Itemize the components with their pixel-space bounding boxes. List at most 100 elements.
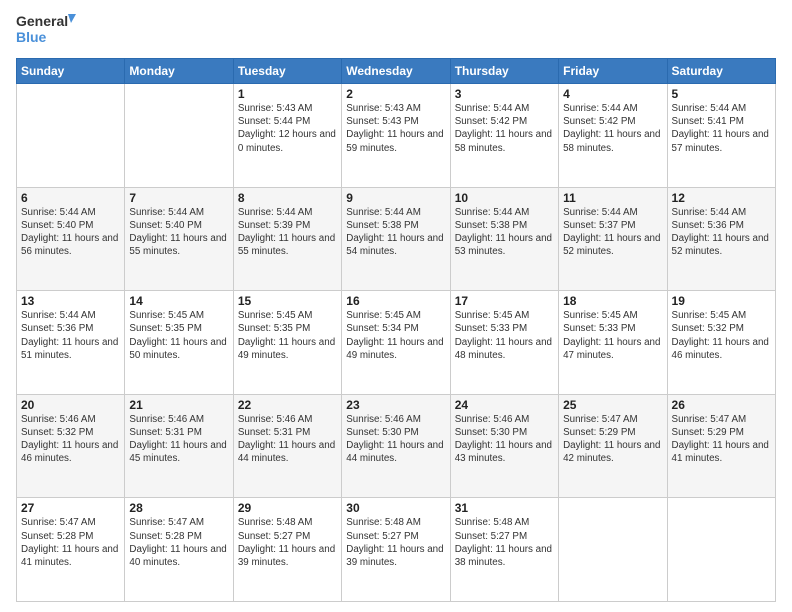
day-detail: Sunrise: 5:48 AMSunset: 5:27 PMDaylight:…	[455, 516, 554, 569]
day-detail: Sunrise: 5:45 AMSunset: 5:35 PMDaylight:…	[238, 309, 337, 362]
day-number: 9	[346, 191, 445, 205]
day-number: 16	[346, 294, 445, 308]
day-cell: 24Sunrise: 5:46 AMSunset: 5:30 PMDayligh…	[450, 394, 558, 498]
day-number: 10	[455, 191, 554, 205]
day-detail: Sunrise: 5:44 AMSunset: 5:40 PMDaylight:…	[129, 206, 228, 259]
day-detail: Sunrise: 5:45 AMSunset: 5:33 PMDaylight:…	[563, 309, 662, 362]
day-cell: 2Sunrise: 5:43 AMSunset: 5:43 PMDaylight…	[342, 84, 450, 188]
week-row-2: 6Sunrise: 5:44 AMSunset: 5:40 PMDaylight…	[17, 187, 776, 291]
day-cell: 13Sunrise: 5:44 AMSunset: 5:36 PMDayligh…	[17, 291, 125, 395]
day-cell: 21Sunrise: 5:46 AMSunset: 5:31 PMDayligh…	[125, 394, 233, 498]
weekday-header-friday: Friday	[559, 59, 667, 84]
day-detail: Sunrise: 5:44 AMSunset: 5:36 PMDaylight:…	[672, 206, 771, 259]
day-cell: 4Sunrise: 5:44 AMSunset: 5:42 PMDaylight…	[559, 84, 667, 188]
day-number: 20	[21, 398, 120, 412]
week-row-1: 1Sunrise: 5:43 AMSunset: 5:44 PMDaylight…	[17, 84, 776, 188]
day-cell: 7Sunrise: 5:44 AMSunset: 5:40 PMDaylight…	[125, 187, 233, 291]
day-number: 26	[672, 398, 771, 412]
day-number: 5	[672, 87, 771, 101]
day-number: 29	[238, 501, 337, 515]
day-cell: 28Sunrise: 5:47 AMSunset: 5:28 PMDayligh…	[125, 498, 233, 602]
day-number: 21	[129, 398, 228, 412]
day-detail: Sunrise: 5:45 AMSunset: 5:34 PMDaylight:…	[346, 309, 445, 362]
day-cell: 11Sunrise: 5:44 AMSunset: 5:37 PMDayligh…	[559, 187, 667, 291]
day-cell: 6Sunrise: 5:44 AMSunset: 5:40 PMDaylight…	[17, 187, 125, 291]
day-cell	[125, 84, 233, 188]
svg-text:Blue: Blue	[16, 29, 47, 45]
day-detail: Sunrise: 5:43 AMSunset: 5:44 PMDaylight:…	[238, 102, 337, 155]
day-detail: Sunrise: 5:47 AMSunset: 5:29 PMDaylight:…	[563, 413, 662, 466]
day-cell: 27Sunrise: 5:47 AMSunset: 5:28 PMDayligh…	[17, 498, 125, 602]
day-number: 22	[238, 398, 337, 412]
day-number: 14	[129, 294, 228, 308]
day-detail: Sunrise: 5:46 AMSunset: 5:31 PMDaylight:…	[238, 413, 337, 466]
day-detail: Sunrise: 5:43 AMSunset: 5:43 PMDaylight:…	[346, 102, 445, 155]
week-row-4: 20Sunrise: 5:46 AMSunset: 5:32 PMDayligh…	[17, 394, 776, 498]
day-number: 4	[563, 87, 662, 101]
day-cell: 1Sunrise: 5:43 AMSunset: 5:44 PMDaylight…	[233, 84, 341, 188]
day-detail: Sunrise: 5:44 AMSunset: 5:42 PMDaylight:…	[455, 102, 554, 155]
day-detail: Sunrise: 5:45 AMSunset: 5:35 PMDaylight:…	[129, 309, 228, 362]
calendar-table: SundayMondayTuesdayWednesdayThursdayFrid…	[16, 58, 776, 602]
day-number: 7	[129, 191, 228, 205]
day-number: 19	[672, 294, 771, 308]
day-cell: 5Sunrise: 5:44 AMSunset: 5:41 PMDaylight…	[667, 84, 775, 188]
day-number: 28	[129, 501, 228, 515]
day-cell: 17Sunrise: 5:45 AMSunset: 5:33 PMDayligh…	[450, 291, 558, 395]
day-detail: Sunrise: 5:44 AMSunset: 5:38 PMDaylight:…	[455, 206, 554, 259]
day-cell: 22Sunrise: 5:46 AMSunset: 5:31 PMDayligh…	[233, 394, 341, 498]
weekday-header-thursday: Thursday	[450, 59, 558, 84]
day-detail: Sunrise: 5:47 AMSunset: 5:29 PMDaylight:…	[672, 413, 771, 466]
day-detail: Sunrise: 5:45 AMSunset: 5:32 PMDaylight:…	[672, 309, 771, 362]
page: General Blue SundayMondayTuesdayWednesda…	[0, 0, 792, 612]
logo-svg: General Blue	[16, 10, 76, 52]
day-number: 17	[455, 294, 554, 308]
day-cell: 30Sunrise: 5:48 AMSunset: 5:27 PMDayligh…	[342, 498, 450, 602]
day-cell: 14Sunrise: 5:45 AMSunset: 5:35 PMDayligh…	[125, 291, 233, 395]
day-cell: 9Sunrise: 5:44 AMSunset: 5:38 PMDaylight…	[342, 187, 450, 291]
week-row-3: 13Sunrise: 5:44 AMSunset: 5:36 PMDayligh…	[17, 291, 776, 395]
day-cell: 15Sunrise: 5:45 AMSunset: 5:35 PMDayligh…	[233, 291, 341, 395]
weekday-header-tuesday: Tuesday	[233, 59, 341, 84]
day-detail: Sunrise: 5:44 AMSunset: 5:36 PMDaylight:…	[21, 309, 120, 362]
day-number: 24	[455, 398, 554, 412]
day-detail: Sunrise: 5:45 AMSunset: 5:33 PMDaylight:…	[455, 309, 554, 362]
day-number: 31	[455, 501, 554, 515]
weekday-header-saturday: Saturday	[667, 59, 775, 84]
header: General Blue	[16, 10, 776, 52]
week-row-5: 27Sunrise: 5:47 AMSunset: 5:28 PMDayligh…	[17, 498, 776, 602]
day-detail: Sunrise: 5:46 AMSunset: 5:30 PMDaylight:…	[455, 413, 554, 466]
day-cell: 25Sunrise: 5:47 AMSunset: 5:29 PMDayligh…	[559, 394, 667, 498]
day-detail: Sunrise: 5:48 AMSunset: 5:27 PMDaylight:…	[346, 516, 445, 569]
day-detail: Sunrise: 5:44 AMSunset: 5:39 PMDaylight:…	[238, 206, 337, 259]
day-cell: 3Sunrise: 5:44 AMSunset: 5:42 PMDaylight…	[450, 84, 558, 188]
day-number: 23	[346, 398, 445, 412]
day-detail: Sunrise: 5:44 AMSunset: 5:37 PMDaylight:…	[563, 206, 662, 259]
day-cell: 10Sunrise: 5:44 AMSunset: 5:38 PMDayligh…	[450, 187, 558, 291]
day-number: 1	[238, 87, 337, 101]
day-cell	[17, 84, 125, 188]
logo: General Blue	[16, 10, 76, 52]
weekday-header-sunday: Sunday	[17, 59, 125, 84]
day-number: 27	[21, 501, 120, 515]
day-number: 8	[238, 191, 337, 205]
day-cell: 26Sunrise: 5:47 AMSunset: 5:29 PMDayligh…	[667, 394, 775, 498]
day-cell: 23Sunrise: 5:46 AMSunset: 5:30 PMDayligh…	[342, 394, 450, 498]
day-cell: 12Sunrise: 5:44 AMSunset: 5:36 PMDayligh…	[667, 187, 775, 291]
day-cell: 20Sunrise: 5:46 AMSunset: 5:32 PMDayligh…	[17, 394, 125, 498]
day-number: 30	[346, 501, 445, 515]
day-detail: Sunrise: 5:44 AMSunset: 5:41 PMDaylight:…	[672, 102, 771, 155]
day-number: 2	[346, 87, 445, 101]
day-cell	[559, 498, 667, 602]
day-cell: 18Sunrise: 5:45 AMSunset: 5:33 PMDayligh…	[559, 291, 667, 395]
day-detail: Sunrise: 5:47 AMSunset: 5:28 PMDaylight:…	[129, 516, 228, 569]
day-number: 3	[455, 87, 554, 101]
weekday-header-row: SundayMondayTuesdayWednesdayThursdayFrid…	[17, 59, 776, 84]
svg-text:General: General	[16, 13, 68, 29]
day-number: 15	[238, 294, 337, 308]
day-detail: Sunrise: 5:44 AMSunset: 5:40 PMDaylight:…	[21, 206, 120, 259]
day-number: 6	[21, 191, 120, 205]
weekday-header-monday: Monday	[125, 59, 233, 84]
day-number: 25	[563, 398, 662, 412]
day-detail: Sunrise: 5:47 AMSunset: 5:28 PMDaylight:…	[21, 516, 120, 569]
